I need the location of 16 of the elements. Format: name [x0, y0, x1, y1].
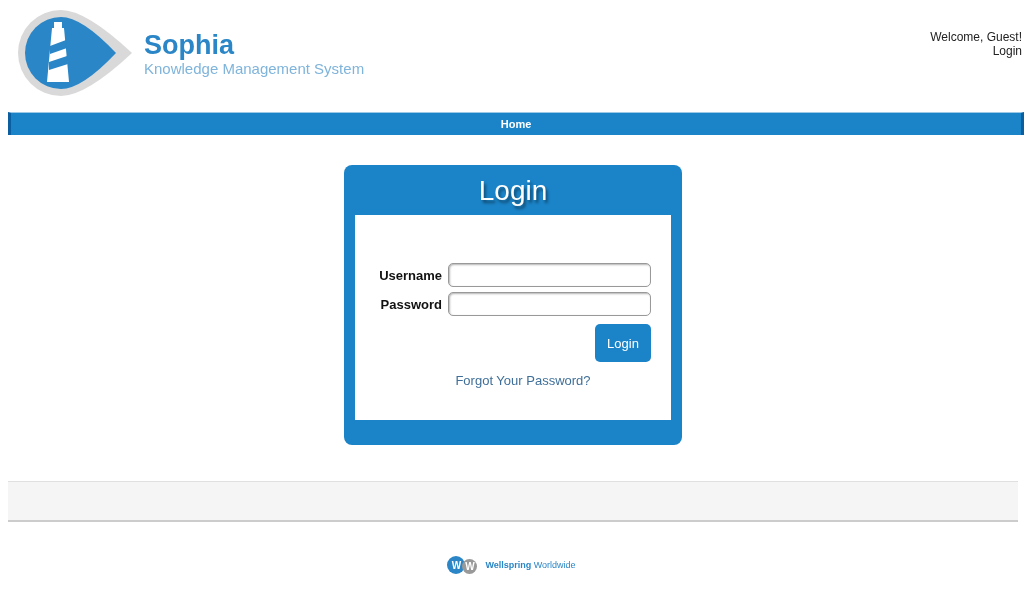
- input-field[interactable]: [448, 292, 651, 316]
- forgot-password-link[interactable]: Forgot Your Password?: [455, 373, 591, 388]
- login-button[interactable]: Login: [595, 324, 651, 362]
- field-label: Password: [380, 296, 442, 312]
- login-title: Login: [477, 174, 549, 208]
- input-field[interactable]: [448, 263, 651, 287]
- nav-link[interactable]: Home: [500, 118, 532, 130]
- brand-tagline: Knowledge Management System: [144, 59, 365, 77]
- login-link[interactable]: Login: [992, 44, 1022, 58]
- brand-name: Sophia: [144, 29, 236, 60]
- field-label: Username: [379, 267, 442, 283]
- logo-circle: W: [447, 556, 466, 574]
- logo-circle: W: [462, 559, 478, 574]
- welcome-text: Welcome, Guest!: [930, 30, 1022, 44]
- company-name: Wellspring Worldwide: [485, 560, 576, 570]
- lighthouse-logo-icon: [16, 8, 134, 98]
